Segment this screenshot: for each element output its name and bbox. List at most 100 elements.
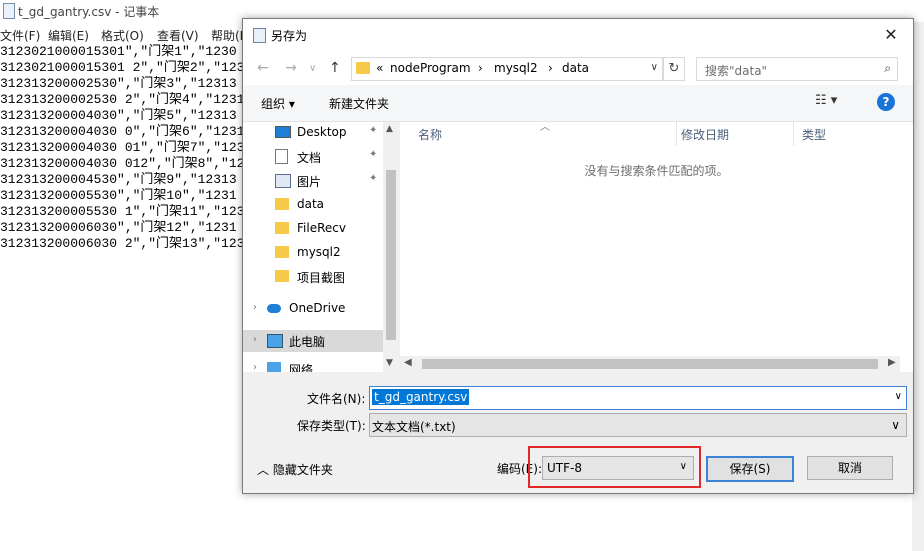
column-type[interactable]: 类型	[794, 122, 900, 146]
save-form: 文件名(N): t_gd_gantry.csv ∨ 保存类型(T): 文本文档(…	[243, 374, 913, 437]
encoding-select[interactable]: UTF-8 ∨	[542, 456, 694, 480]
pin-icon[interactable]: ✦	[369, 149, 377, 160]
filetype-select[interactable]: 文本文档(*.txt) ∨	[369, 413, 907, 437]
scroll-down-icon[interactable]: ▼	[386, 358, 393, 368]
address-bar[interactable]: « nodeProgram › mysql2 › data ∨	[351, 57, 663, 81]
text-line: 312313200004030 0","门架6","1231	[0, 124, 243, 139]
column-label: 名称	[418, 128, 443, 142]
notepad-text-area[interactable]: 3123021000015301","门架1","1230 3123021000…	[0, 44, 260, 252]
address-row: ← → ∨ ↑ « nodeProgram › mysql2 › data ∨ …	[243, 51, 913, 85]
refresh-icon[interactable]: ↻	[663, 57, 685, 81]
search-placeholder: 搜索"data"	[705, 64, 768, 78]
breadcrumb-data[interactable]: data	[562, 61, 589, 75]
cloud-icon	[267, 304, 281, 313]
nav-label: Desktop	[297, 125, 347, 139]
chevron-up-icon: ︿	[257, 463, 270, 477]
breadcrumb-mysql2[interactable]: mysql2	[494, 61, 538, 75]
nav-label: data	[297, 197, 325, 211]
hide-folders-toggle[interactable]: ︿ 隐藏文件夹	[257, 461, 333, 478]
dialog-toolbar: 组织 ▾ 新建文件夹 ☷ ▾ ?	[243, 85, 913, 122]
view-options-icon[interactable]: ☷ ▾	[815, 93, 837, 108]
nav-item-network[interactable]: › 网络	[243, 358, 383, 372]
hide-folders-label: 隐藏文件夹	[272, 463, 333, 477]
organize-button[interactable]: 组织 ▾	[261, 95, 295, 112]
scroll-right-icon[interactable]: ▶	[888, 357, 896, 368]
filetype-label: 保存类型(T):	[297, 419, 366, 433]
nav-item-data[interactable]: data	[243, 194, 383, 216]
new-folder-button[interactable]: 新建文件夹	[329, 95, 389, 112]
nav-label: OneDrive	[289, 301, 346, 315]
breadcrumb-sep: ›	[548, 61, 553, 75]
navigation-pane: Desktop ✦ 文档 ✦ 图片 ✦ data FileRecv mysql2…	[243, 122, 383, 372]
filetype-value: 文本文档(*.txt)	[372, 420, 456, 434]
nav-label: mysql2	[297, 245, 341, 259]
menu-edit[interactable]: 编辑(E)	[48, 27, 89, 44]
column-modified[interactable]: 修改日期	[677, 122, 794, 146]
pin-icon[interactable]: ✦	[369, 173, 377, 184]
up-arrow-icon[interactable]: ↑	[329, 60, 341, 76]
menu-format[interactable]: 格式(O)	[101, 27, 144, 44]
filename-field[interactable]: t_gd_gantry.csv ∨	[369, 386, 907, 410]
nav-item-this-pc[interactable]: › 此电脑	[243, 330, 383, 352]
text-line: 312313200006030","门架12","1231	[0, 220, 237, 235]
encoding-value: UTF-8	[547, 461, 582, 475]
scroll-up-icon[interactable]: ▲	[386, 124, 393, 134]
scroll-thumb[interactable]	[386, 170, 396, 340]
search-input[interactable]: 搜索"data" ⌕	[696, 57, 898, 81]
text-line: 312313200004030 01","门架7","123	[0, 140, 243, 155]
scroll-thumb[interactable]	[422, 359, 878, 369]
chevron-down-icon[interactable]: ∨	[651, 62, 658, 73]
desktop-icon	[275, 126, 291, 138]
text-line: 312313200006030 2","门架13","123	[0, 236, 243, 251]
pin-icon[interactable]: ✦	[369, 125, 377, 136]
cancel-button[interactable]: 取消	[807, 456, 893, 480]
filename-label: 文件名(N):	[307, 392, 366, 406]
breadcrumb-nodeprogram[interactable]: nodeProgram	[390, 61, 471, 75]
nav-scrollbar[interactable]: ▲ ▼	[383, 122, 399, 372]
nav-item-desktop[interactable]: Desktop ✦	[243, 122, 383, 144]
dialog-icon	[253, 28, 266, 43]
menu-view[interactable]: 查看(V)	[157, 27, 199, 44]
horizontal-scrollbar[interactable]: ◀ ▶	[400, 356, 900, 372]
chevron-down-icon[interactable]: ∨	[895, 391, 902, 402]
close-icon[interactable]: ✕	[869, 19, 913, 51]
nav-label: 项目截图	[297, 271, 346, 285]
dialog-titlebar: 另存为 ✕	[243, 19, 913, 51]
folder-icon	[275, 270, 289, 282]
expand-chevron-icon[interactable]: ›	[253, 362, 257, 372]
text-line: 312313200005530 1","门架11","123	[0, 204, 243, 219]
help-icon[interactable]: ?	[877, 93, 895, 111]
column-name[interactable]: 名称	[400, 122, 677, 146]
nav-item-mysql2[interactable]: mysql2	[243, 242, 383, 264]
document-icon	[275, 149, 288, 164]
back-arrow-icon[interactable]: ←	[257, 60, 269, 76]
network-icon	[267, 362, 281, 372]
save-button[interactable]: 保存(S)	[706, 456, 794, 482]
menu-file[interactable]: 文件(F)	[0, 27, 40, 44]
folder-icon	[275, 222, 289, 234]
nav-item-pictures[interactable]: 图片 ✦	[243, 170, 383, 192]
nav-item-screenshots[interactable]: 项目截图	[243, 266, 383, 288]
text-line: 3123021000015301","门架1","1230	[0, 44, 237, 59]
file-list[interactable]: ︿ 名称 修改日期 类型 没有与搜索条件匹配的项。	[400, 122, 913, 372]
scroll-left-icon[interactable]: ◀	[404, 357, 412, 368]
picture-icon	[275, 174, 291, 188]
column-label: 类型	[802, 128, 827, 142]
nav-item-documents[interactable]: 文档 ✦	[243, 146, 383, 168]
folder-icon	[275, 198, 289, 210]
notepad-title: t_gd_gantry.csv - 记事本	[18, 5, 160, 19]
text-line: 312313200002530 2","门架4","1231	[0, 92, 243, 107]
nav-item-onedrive[interactable]: › OneDrive	[243, 298, 383, 320]
chevron-down-icon[interactable]: ∨	[680, 461, 687, 472]
chevron-down-icon[interactable]: ∨	[891, 418, 900, 432]
nav-item-filerecv[interactable]: FileRecv	[243, 218, 383, 240]
breadcrumb-sep: ›	[478, 61, 483, 75]
recent-chevron-icon[interactable]: ∨	[309, 63, 316, 74]
forward-arrow-icon[interactable]: →	[285, 60, 297, 76]
search-icon[interactable]: ⌕	[884, 61, 891, 76]
expand-chevron-icon[interactable]: ›	[253, 302, 257, 313]
breadcrumb-overflow[interactable]: «	[376, 61, 383, 75]
dialog-footer: ︿ 隐藏文件夹 编码(E): UTF-8 ∨ 保存(S) 取消	[243, 444, 913, 492]
expand-chevron-icon[interactable]: ›	[253, 334, 257, 345]
text-line: 3123021000015301 2","门架2","123	[0, 60, 243, 75]
